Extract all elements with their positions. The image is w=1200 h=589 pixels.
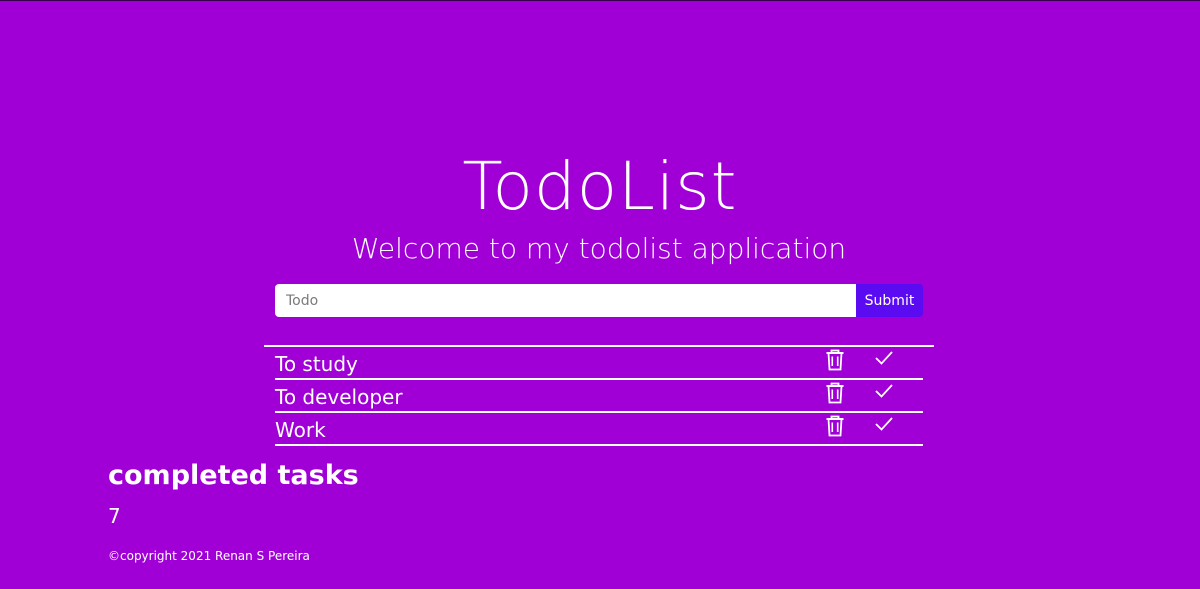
todo-text: To developer [275, 385, 403, 409]
todo-item: To study [275, 347, 923, 380]
todo-item: Work [275, 413, 923, 446]
todo-text: Work [275, 418, 326, 442]
copyright-text: ©copyright 2021 Renan S Pereira [108, 549, 310, 563]
submit-button[interactable]: Submit [856, 284, 923, 317]
page-title: TodoList [462, 148, 738, 225]
trash-icon[interactable] [825, 415, 845, 437]
todo-list: To study To developer Work [264, 345, 934, 446]
completed-tasks-heading: completed tasks [108, 460, 359, 491]
check-icon[interactable] [874, 382, 894, 400]
trash-icon[interactable] [825, 349, 845, 371]
check-icon[interactable] [874, 415, 894, 433]
todo-form: Submit [275, 284, 923, 317]
todo-item: To developer [275, 380, 923, 413]
check-icon[interactable] [874, 349, 894, 367]
trash-icon[interactable] [825, 382, 845, 404]
todo-input[interactable] [275, 284, 856, 317]
completed-tasks-count: 7 [108, 504, 121, 528]
todo-text: To study [275, 352, 358, 376]
page-subtitle: Welcome to my todolist application [351, 232, 847, 265]
